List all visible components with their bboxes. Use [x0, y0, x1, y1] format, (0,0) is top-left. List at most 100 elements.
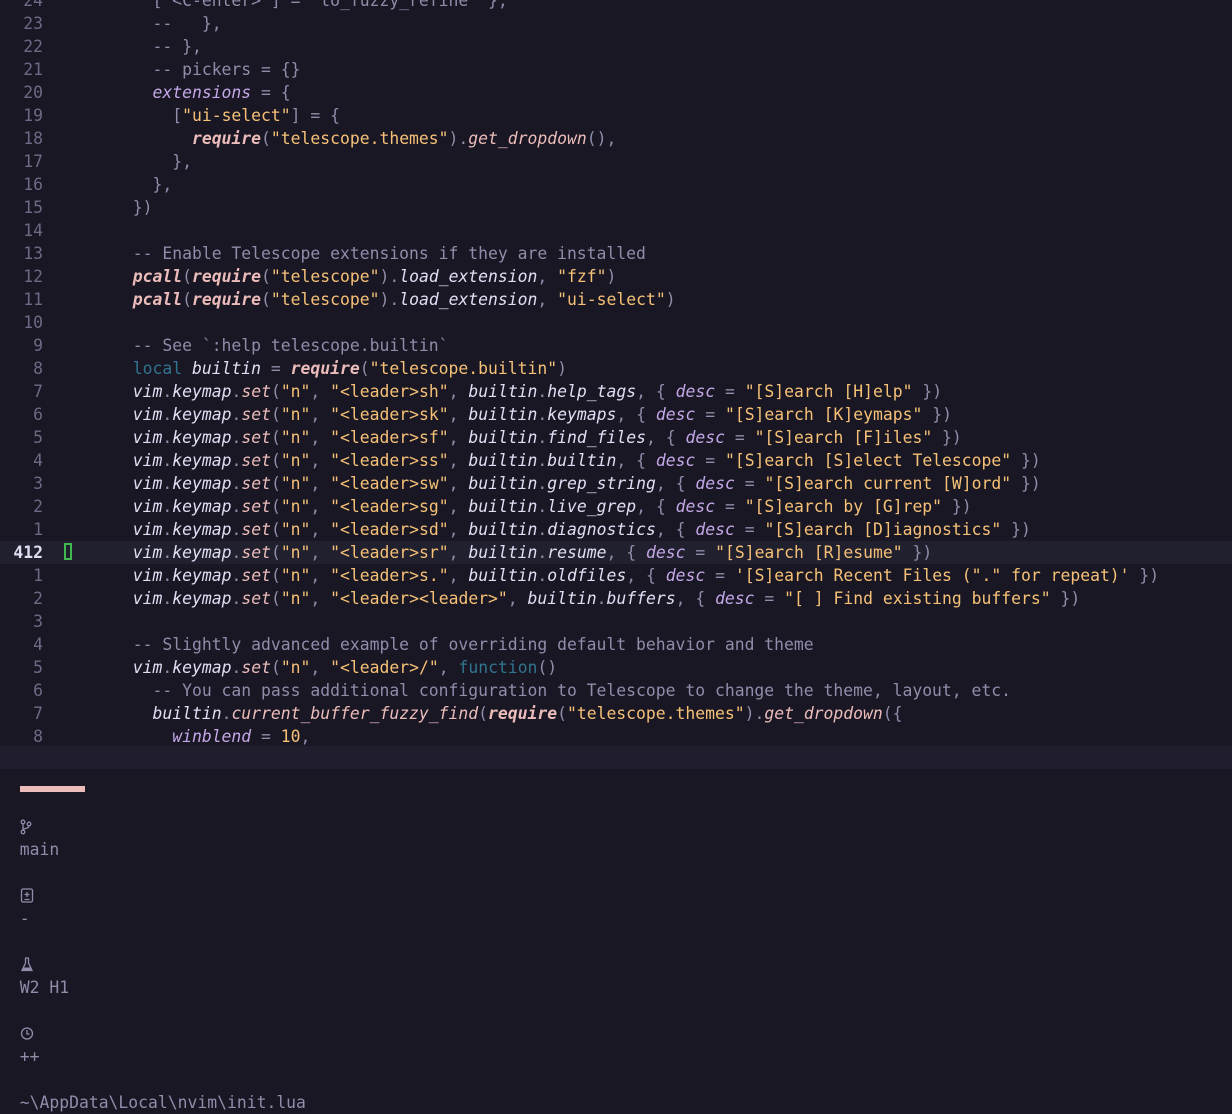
- command-line[interactable]: [0, 769, 1232, 786]
- code-line[interactable]: 9 -- See `:help telescope.builtin`: [0, 334, 1232, 357]
- code-token: .: [231, 520, 242, 539]
- code-token: ,: [310, 497, 331, 516]
- editor-pane[interactable]: 24 ["<C-enter>"] = "to_fuzzy_refine" }, 2…: [0, 0, 1232, 746]
- code-text[interactable]: },: [113, 150, 192, 173]
- code-token: .: [221, 704, 232, 723]
- code-text[interactable]: vim.keymap.set("n", "<leader><leader>", …: [113, 587, 1080, 610]
- code-line[interactable]: 19 ["ui-select"] = {: [0, 104, 1232, 127]
- code-text[interactable]: vim.keymap.set("n", "<leader>sw", builti…: [113, 472, 1041, 495]
- code-text[interactable]: pcall(require("telescope").load_extensio…: [113, 265, 617, 288]
- code-line[interactable]: 8 local builtin = require("telescope.bui…: [0, 357, 1232, 380]
- code-text[interactable]: vim.keymap.set("n", "<leader>/", functio…: [113, 656, 557, 679]
- code-token: .: [231, 451, 242, 470]
- code-token: , {: [626, 566, 666, 585]
- code-line[interactable]: 3: [0, 610, 1232, 633]
- code-token: "[S]earch by [G]rep": [744, 497, 943, 516]
- line-number: 16: [23, 175, 43, 194]
- code-token: help_tags: [547, 382, 637, 401]
- code-line[interactable]: 6 vim.keymap.set("n", "<leader>sk", buil…: [0, 403, 1232, 426]
- code-lines[interactable]: 24 ["<C-enter>"] = "to_fuzzy_refine" }, 2…: [0, 0, 1232, 746]
- code-token: .: [537, 382, 548, 401]
- code-line[interactable]: 11 pcall(require("telescope").load_exten…: [0, 288, 1232, 311]
- code-text[interactable]: vim.keymap.set("n", "<leader>ss", builti…: [113, 449, 1041, 472]
- code-line[interactable]: 3 vim.keymap.set("n", "<leader>sw", buil…: [0, 472, 1232, 495]
- code-line[interactable]: 5 vim.keymap.set("n", "<leader>sf", buil…: [0, 426, 1232, 449]
- code-line[interactable]: 20 extensions = {: [0, 81, 1232, 104]
- code-text[interactable]: },: [113, 173, 172, 196]
- code-line[interactable]: 10: [0, 311, 1232, 334]
- code-token: =: [251, 727, 281, 746]
- code-text[interactable]: vim.keymap.set("n", "<leader>s.", builti…: [113, 564, 1159, 587]
- code-text[interactable]: require("telescope.themes").get_dropdown…: [113, 127, 616, 150]
- code-line[interactable]: 18 require("telescope.themes").get_dropd…: [0, 127, 1232, 150]
- code-token: (: [270, 497, 281, 516]
- code-token: .: [596, 589, 607, 608]
- code-text[interactable]: vim.keymap.set("n", "<leader>sg", builti…: [113, 495, 972, 518]
- code-text[interactable]: -- You can pass additional configuration…: [113, 679, 1011, 702]
- code-line[interactable]: 4 vim.keymap.set("n", "<leader>ss", buil…: [0, 449, 1232, 472]
- code-text[interactable]: pcall(require("telescope").load_extensio…: [113, 288, 676, 311]
- code-token: '[S]earch Recent Files ("." for repeat)': [734, 566, 1130, 585]
- code-line[interactable]: 1 vim.keymap.set("n", "<leader>sd", buil…: [0, 518, 1232, 541]
- code-token: vim: [132, 520, 163, 539]
- code-line[interactable]: 7 builtin.current_buffer_fuzzy_find(requ…: [0, 702, 1232, 725]
- code-token: keymap: [172, 497, 232, 516]
- code-token: ,: [300, 727, 311, 746]
- code-token: =: [705, 566, 735, 585]
- code-text[interactable]: ["<C-enter>"] = "to_fuzzy_refine" },: [113, 0, 507, 12]
- code-text[interactable]: local builtin = require("telescope.built…: [113, 357, 567, 380]
- code-text[interactable]: vim.keymap.set("n", "<leader>sr", builti…: [113, 541, 932, 564]
- code-line[interactable]: 2 vim.keymap.set("n", "<leader>sg", buil…: [0, 495, 1232, 518]
- code-text[interactable]: extensions = {: [113, 81, 290, 104]
- code-line[interactable]: 16 },: [0, 173, 1232, 196]
- code-line[interactable]: 12 pcall(require("telescope").load_exten…: [0, 265, 1232, 288]
- code-token: set: [241, 497, 271, 516]
- code-token: .: [537, 451, 548, 470]
- code-text[interactable]: }): [113, 196, 153, 219]
- code-line[interactable]: 5 vim.keymap.set("n", "<leader>/", funct…: [0, 656, 1232, 679]
- code-line[interactable]: 6 -- You can pass additional configurati…: [0, 679, 1232, 702]
- code-text[interactable]: winblend = 10,: [113, 725, 310, 746]
- code-line[interactable]: 2 vim.keymap.set("n", "<leader><leader>"…: [0, 587, 1232, 610]
- code-token: .: [162, 658, 173, 677]
- code-token: builtin: [468, 405, 538, 424]
- code-text[interactable]: -- Enable Telescope extensions if they a…: [113, 242, 646, 265]
- code-token: (: [261, 290, 271, 309]
- code-line[interactable]: 14: [0, 219, 1232, 242]
- code-line[interactable]: 21 -- pickers = {}: [0, 58, 1232, 81]
- code-line[interactable]: 23 -- },: [0, 12, 1232, 35]
- code-line[interactable]: 22 -- },: [0, 35, 1232, 58]
- code-line[interactable]: 8 winblend = 10,: [0, 725, 1232, 746]
- code-token: "<leader><leader>": [330, 589, 508, 608]
- code-token: "[S]earch [F]iles": [754, 428, 933, 447]
- code-line[interactable]: 15 }): [0, 196, 1232, 219]
- code-token: keymap: [172, 520, 232, 539]
- code-text[interactable]: vim.keymap.set("n", "<leader>sk", builti…: [113, 403, 952, 426]
- code-line[interactable]: 4 -- Slightly advanced example of overri…: [0, 633, 1232, 656]
- code-text[interactable]: -- Slightly advanced example of overridi…: [113, 633, 814, 656]
- code-token: .: [231, 428, 242, 447]
- code-text[interactable]: vim.keymap.set("n", "<leader>sf", builti…: [113, 426, 962, 449]
- code-line[interactable]: 13 -- Enable Telescope extensions if the…: [0, 242, 1232, 265]
- code-text[interactable]: vim.keymap.set("n", "<leader>sh", builti…: [113, 380, 942, 403]
- code-text[interactable]: -- },: [113, 35, 201, 58]
- code-text[interactable]: builtin.current_buffer_fuzzy_find(requir…: [113, 702, 902, 725]
- code-token: set: [241, 658, 271, 677]
- code-line[interactable]: 7 vim.keymap.set("n", "<leader>sh", buil…: [0, 380, 1232, 403]
- code-token: "<leader>sf": [330, 428, 449, 447]
- cursor: [64, 543, 72, 560]
- code-text[interactable]: vim.keymap.set("n", "<leader>sd", builti…: [113, 518, 1031, 541]
- code-line[interactable]: 1 vim.keymap.set("n", "<leader>s.", buil…: [0, 564, 1232, 587]
- code-line[interactable]: 17 },: [0, 150, 1232, 173]
- code-text[interactable]: -- },: [113, 12, 221, 35]
- code-text[interactable]: -- pickers = {}: [113, 58, 300, 81]
- code-text[interactable]: -- See `:help telescope.builtin`: [113, 334, 449, 357]
- line-number: 15: [23, 198, 43, 217]
- code-text[interactable]: ["ui-select"] = {: [113, 104, 340, 127]
- code-token: .: [231, 658, 242, 677]
- code-token: (): [537, 658, 558, 677]
- code-token: .: [231, 474, 242, 493]
- code-line[interactable]: 24 ["<C-enter>"] = "to_fuzzy_refine" },: [0, 0, 1232, 12]
- current-line[interactable]: 412 vim.keymap.set("n", "<leader>sr", bu…: [0, 541, 1232, 564]
- code-token: (: [261, 267, 271, 286]
